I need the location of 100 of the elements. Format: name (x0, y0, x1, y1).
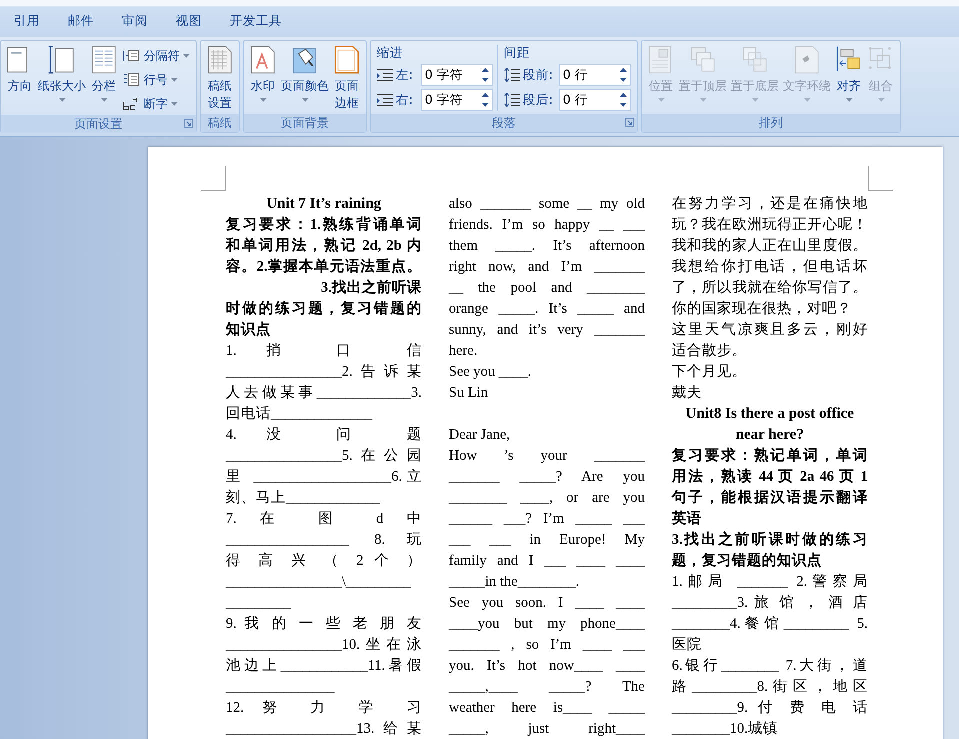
ribbon-tab[interactable]: 引用 (0, 6, 54, 37)
section-break-icon (123, 49, 141, 63)
ribbon-tab[interactable]: 开发工具 (216, 6, 296, 37)
text-line: 刻、马上_____________ (226, 488, 382, 508)
text-line: ___ ___ in Europe! My (449, 531, 645, 550)
ribbon-button[interactable]: 水印 (248, 45, 278, 102)
ribbon-button[interactable]: 方向 (5, 45, 35, 95)
text-line: right now, and I’m _______ (449, 258, 645, 277)
watermark-icon (249, 45, 277, 75)
ribbon-small-button[interactable]: 断字 (121, 93, 192, 115)
page-size-icon (48, 45, 76, 75)
text-line: 和单词用法，熟记 2d, 2b 内 (226, 236, 422, 256)
ribbon-small-button[interactable]: 分隔符 (121, 45, 192, 67)
text-line: 医院 (672, 636, 703, 655)
spin-field[interactable]: 0 字符 (421, 64, 493, 86)
heading-text: Unit 7 It’s raining (266, 195, 382, 214)
text-line: _______ _____? Are you (449, 468, 645, 487)
ribbon-button[interactable]: 页面边框 (332, 45, 362, 112)
text-line: 容。2.掌握本单元语法重点。 (226, 257, 422, 277)
text-wrap-icon (793, 45, 821, 75)
group-label: 页面背景 (281, 115, 329, 132)
spin-field[interactable]: 0 行 (559, 89, 631, 111)
text-line: 知识点 (226, 320, 272, 340)
page-border-icon (333, 45, 361, 75)
text-line: 用法，熟读 44 页 2a 46 页 1 (672, 468, 868, 487)
text-line: 英语 (672, 510, 703, 529)
text-line: 你的国家现在很热，对吧？ (672, 300, 853, 319)
field-label: 左: (396, 66, 414, 84)
text-line: 了，所以我就在给你写信了。 (672, 279, 868, 298)
columns-icon (90, 45, 118, 75)
ribbon-button[interactable]: 对齐 (834, 45, 864, 102)
text-line: 复习要求：1.熟练背诵单词 (226, 216, 422, 235)
text-line: 时做的练习题，复习错题的 (226, 300, 422, 319)
section-label: 缩进 (377, 45, 404, 61)
text-line: _________________ 8.玩 (226, 531, 422, 550)
ribbon-tab[interactable]: 审阅 (108, 6, 162, 37)
grid-paper-icon (206, 45, 234, 75)
text-line: orange _____. It’s _____ and (449, 300, 645, 319)
text-line: _________3. 旅 馆 ， 酒 店 (672, 594, 868, 613)
spin-arrows-icon (620, 93, 627, 107)
text-line: 4. 没 问 题 (226, 426, 422, 445)
text-line: here. (449, 342, 479, 361)
section-label: 间距 (504, 45, 531, 61)
field-label: 右: (396, 92, 414, 108)
ribbon-small-button[interactable]: 行号 (121, 69, 192, 91)
text-line: 我想给你打电话，但电话坏 (672, 258, 868, 277)
stacked-squares-icon (689, 45, 717, 75)
line-spacing-icon (504, 68, 520, 82)
text-line: _______ , so I’m ____ ___ (449, 636, 645, 655)
text-line: ________________10.坐在泳 (226, 636, 422, 655)
spin-field[interactable]: 0 字符 (421, 89, 493, 111)
spin-arrows-icon (620, 68, 627, 82)
text-line: 池边上____________11.暑假 (226, 657, 422, 676)
ribbon-tab[interactable]: 视图 (162, 6, 216, 37)
text-line: ________________2.告诉某 (226, 363, 422, 382)
text-line: See you ____. (449, 363, 533, 382)
field-label: 段后: (523, 92, 554, 108)
text-line: family and I ___ ____ ____ (449, 552, 645, 571)
text-line: _____in the________. (449, 573, 580, 592)
text-line: 句子，能根据汉语提示翻译 (672, 488, 868, 508)
text-line: _________9. 付 费 电 话 (672, 699, 868, 718)
paint-bucket-icon (291, 45, 319, 75)
line-spacing-icon (504, 93, 520, 107)
ribbon-tab[interactable]: 邮件 (54, 6, 108, 37)
text-line: Su Lin (449, 384, 490, 403)
text-line: ________10.城镇 (672, 720, 780, 739)
text-line: sunny, and it’s very _______ (449, 321, 645, 340)
group-label: 段落 (492, 115, 516, 132)
text-line: you. It’s hot now____ ____ (449, 657, 645, 676)
text-line: 适合散步。 (672, 342, 748, 361)
text-line: 6.银行________ 7.大街，道 (672, 657, 868, 676)
text-line: 里 ___________________6.立 (226, 468, 422, 487)
text-line: _____, just right____ (449, 720, 645, 739)
ribbon-button[interactable]: 稿纸设置 (205, 45, 235, 112)
text-line: 回电话______________ (226, 405, 374, 424)
text-line: ____you but my phone____ (449, 615, 645, 634)
text-line: 玩？我在欧洲玩得正开心呢！ (672, 216, 868, 235)
heading-text: Unit8 Is there a post office (684, 405, 856, 424)
group-label: 排列 (759, 115, 783, 132)
text-line: 题，复习错题的知识点 (672, 552, 823, 571)
indent-icon (377, 93, 393, 107)
text-line: 9. 我 的 一 些 老 朋 友 (226, 615, 422, 634)
group-label: 页面设置 (74, 116, 122, 133)
ribbon-button[interactable]: 分栏 (89, 45, 119, 102)
ribbon-button[interactable]: 纸张大小 (37, 45, 87, 102)
spin-arrows-icon (482, 93, 489, 107)
text-line: _________ (226, 594, 292, 613)
group-label: 稿纸 (208, 115, 232, 132)
text-line: 下个月见。 (672, 363, 748, 382)
text-line: ________ ____, or are you (449, 489, 645, 508)
text-line: ________________5.在公园 (226, 447, 422, 466)
text-line: 人去做某事_____________3. (226, 384, 422, 403)
text-line: _____,____ _____? The (449, 678, 645, 697)
ribbon-button[interactable]: 页面颜色 (280, 45, 330, 102)
dialog-launcher-icon[interactable] (184, 119, 193, 128)
crop-mark (201, 166, 226, 191)
dialog-launcher-icon[interactable] (625, 118, 634, 127)
text-line: Dear Jane, (449, 426, 512, 445)
text-line: ________4.餐馆_________ 5. (672, 615, 868, 634)
spin-field[interactable]: 0 行 (559, 64, 631, 86)
